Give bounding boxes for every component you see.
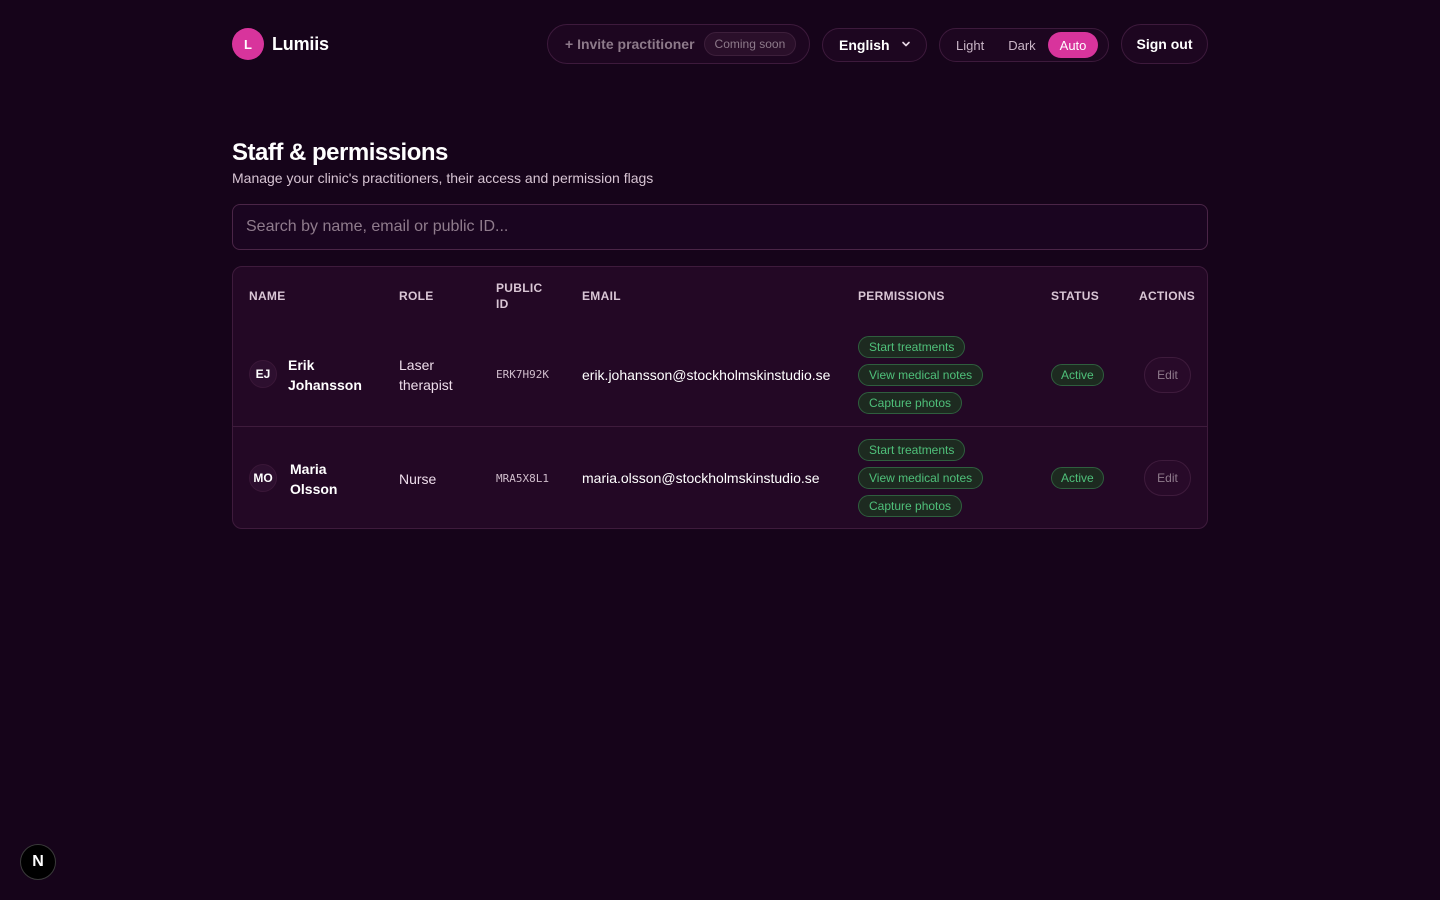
column-header-role: ROLE [399, 289, 434, 303]
status-badge: Active [1051, 467, 1104, 489]
edit-button[interactable]: Edit [1144, 460, 1191, 496]
theme-dark-option[interactable]: Dark [996, 32, 1047, 58]
practitioner-last-name: Olsson [290, 481, 338, 497]
top-bar: L Lumiis + Invite practitioner Coming so… [232, 24, 1208, 64]
invite-practitioner-button[interactable]: + Invite practitioner Coming soon [547, 24, 810, 64]
status-badge: Active [1051, 364, 1104, 386]
public-id: ERK7H92K [496, 368, 549, 381]
edit-button[interactable]: Edit [1144, 357, 1191, 393]
permission-view-medical-notes: View medical notes [858, 364, 984, 386]
page-subtitle: Manage your clinic's practitioners, thei… [232, 170, 654, 186]
staff-table: NAME ROLE PUBLIC ID EMAIL PERMISSIONS ST… [232, 266, 1208, 529]
permission-start-treatments: Start treatments [858, 439, 966, 461]
avatar: EJ [249, 360, 277, 388]
theme-switcher: Light Dark Auto [939, 28, 1109, 62]
search-input[interactable] [232, 204, 1208, 250]
coming-soon-badge: Coming soon [703, 32, 797, 56]
chevron-down-icon [902, 41, 910, 47]
permission-start-treatments: Start treatments [858, 336, 966, 358]
column-header-permissions: PERMISSIONS [858, 289, 945, 303]
practitioner-first-name: Maria [290, 461, 327, 477]
logo-icon: L [232, 28, 264, 60]
email: maria.olsson@stockholmskinstudio.se [582, 470, 820, 486]
sign-out-button[interactable]: Sign out [1121, 24, 1208, 64]
avatar: MO [249, 464, 277, 492]
column-header-actions: ACTIONS [1139, 289, 1196, 303]
role-line-1: Laser [399, 357, 435, 373]
brand-name: Lumiis [272, 33, 329, 54]
theme-light-option[interactable]: Light [944, 32, 996, 58]
table-row: MO Maria Olsson Nurse MRA5X8L1 maria.ols… [233, 426, 1207, 528]
brand[interactable]: L Lumiis [232, 28, 329, 60]
public-id: MRA5X8L1 [496, 472, 549, 485]
invite-practitioner-label: + Invite practitioner [565, 36, 695, 52]
column-header-public-id: PUBLIC ID [496, 281, 543, 311]
practitioner-first-name: Erik [288, 357, 315, 373]
column-header-email: EMAIL [582, 289, 621, 303]
column-header-status: STATUS [1051, 289, 1100, 303]
table-row: EJ Erik Johansson Laser therapist ERK7H9… [233, 323, 1207, 426]
permission-capture-photos: Capture photos [858, 392, 963, 414]
column-header-name: NAME [249, 289, 286, 303]
role-line-2: therapist [399, 377, 453, 393]
language-value: English [839, 37, 890, 53]
page-title: Staff & permissions [232, 139, 448, 166]
permission-capture-photos: Capture photos [858, 495, 963, 517]
role-line-1: Nurse [399, 471, 437, 487]
permission-view-medical-notes: View medical notes [858, 467, 984, 489]
email: erik.johansson@stockholmskinstudio.se [582, 367, 831, 383]
practitioner-last-name: Johansson [288, 377, 362, 393]
theme-auto-option[interactable]: Auto [1047, 32, 1099, 58]
nextjs-dev-badge[interactable]: N [20, 844, 56, 880]
language-select[interactable]: English [822, 28, 927, 62]
